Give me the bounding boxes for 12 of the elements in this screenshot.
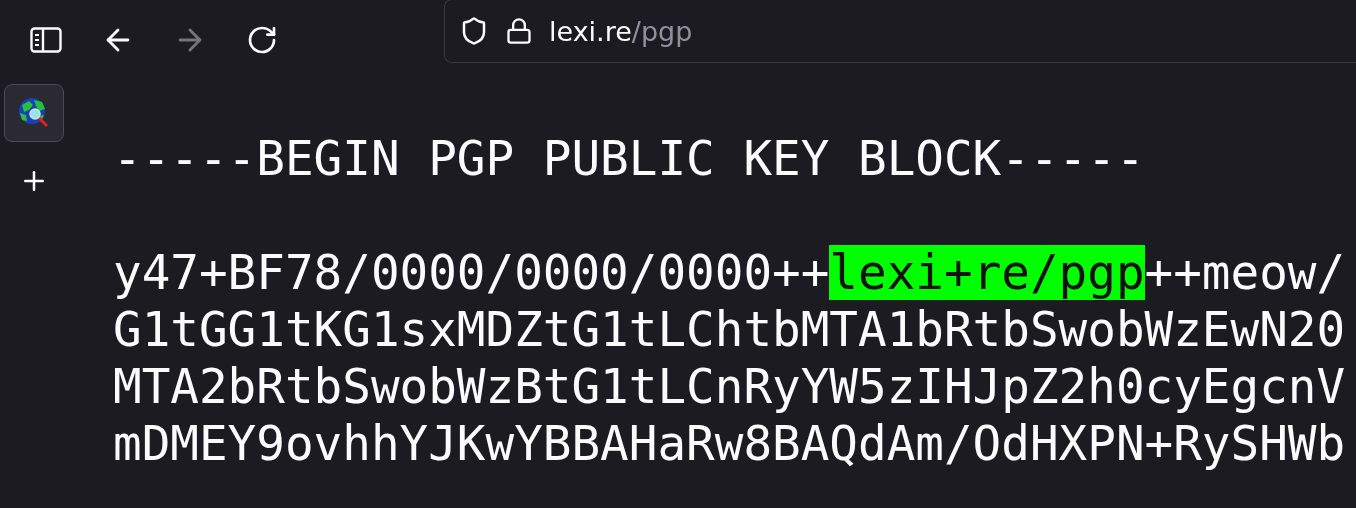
sidebar-icon: [30, 27, 62, 53]
url-text: lexi.re/pgp: [549, 15, 693, 47]
key-line: mDMEY9ovhhYJKwYBBAHaRw8BAQdAm/OdHXPN+RySHWb: [113, 415, 1347, 472]
key-line: y47+BF78/0000/0000/0000++lexi+re/pgp++meow/: [113, 244, 1347, 301]
lock-icon[interactable]: [505, 17, 533, 45]
key-header: -----BEGIN PGP PUBLIC KEY BLOCK-----: [113, 130, 1146, 187]
key-line: G1tGG1tKG1sxMDZtG1tLChtbMTA1bRtbSwobWzEwN20: [113, 301, 1347, 358]
address-bar[interactable]: lexi.re/pgp: [444, 0, 1356, 63]
reload-icon: [246, 24, 278, 56]
key-line: MTA2bRtbSwobWzBtG1tLCnRyYW5zIHJpZ2h0cyEgcnV: [113, 358, 1347, 415]
globe-magnifier-icon: [17, 96, 51, 130]
tab[interactable]: [4, 84, 64, 142]
